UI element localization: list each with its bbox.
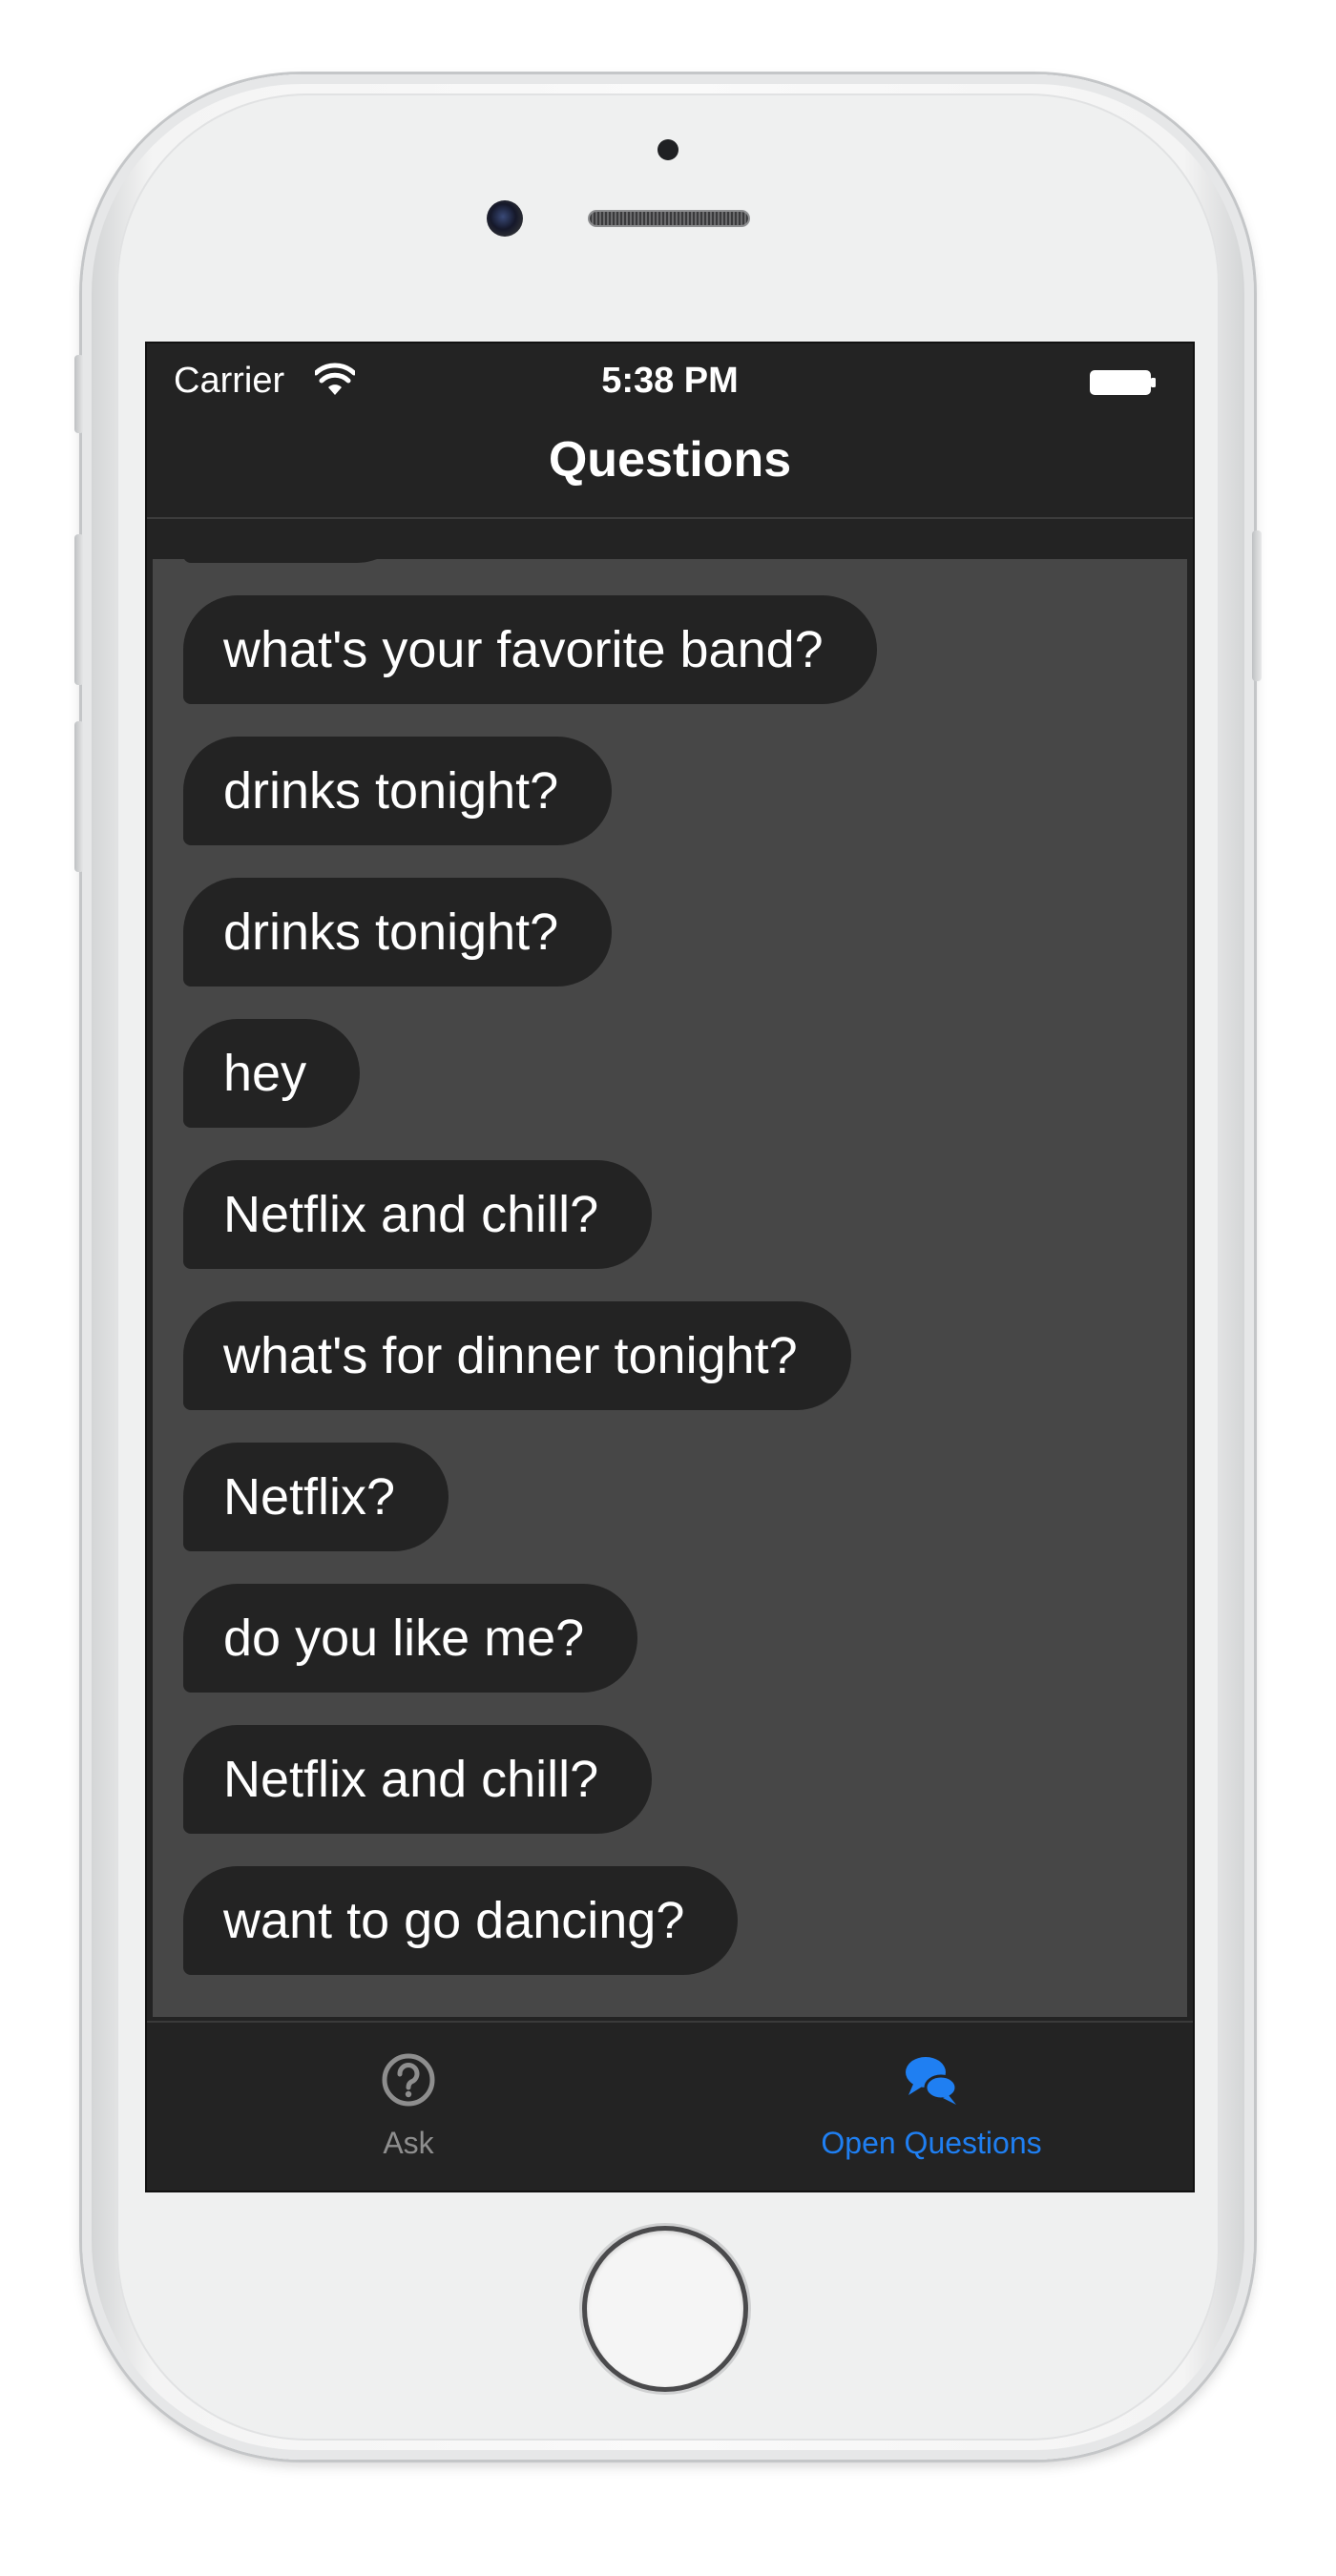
status-bar: Carrier 5:38 PM (147, 343, 1193, 410)
question-bubble[interactable]: drinks tonight? (183, 737, 613, 845)
questions-list[interactable]: music what's your favorite band? drinks … (153, 559, 1187, 2017)
question-bubble[interactable]: Netflix? (183, 1443, 449, 1551)
volume-up-button (74, 534, 84, 685)
status-time: 5:38 PM (601, 361, 739, 401)
message-scroll: music what's your favorite band? drinks … (153, 559, 1187, 2007)
tab-open-questions-label: Open Questions (821, 2126, 1042, 2160)
question-bubble[interactable]: what's your favorite band? (183, 595, 877, 704)
question-circle-icon (382, 2053, 435, 2107)
tab-ask-label: Ask (383, 2126, 434, 2160)
earpiece-speaker (590, 212, 748, 225)
question-bubble[interactable]: Netflix and chill? (183, 1160, 653, 1269)
tab-bar: Ask Open Questions (147, 2021, 1193, 2191)
question-bubble[interactable]: music (183, 559, 412, 563)
question-bubble[interactable]: what's for dinner tonight? (183, 1301, 851, 1410)
proximity-sensor (658, 139, 678, 160)
navigation-bar: Questions (147, 410, 1193, 519)
tab-ask[interactable]: Ask (147, 2023, 670, 2191)
question-bubble[interactable]: hey (183, 1019, 361, 1128)
question-bubble[interactable]: Netflix and chill? (183, 1725, 653, 1834)
front-camera (487, 200, 523, 237)
page-title: Questions (548, 432, 792, 488)
screen: Carrier 5:38 PM Questions music what's y… (145, 342, 1195, 2192)
home-button[interactable] (587, 2231, 743, 2387)
tab-open-questions[interactable]: Open Questions (670, 2023, 1193, 2191)
mute-switch (74, 355, 84, 433)
power-button (1252, 530, 1262, 681)
chat-bubbles-icon (906, 2057, 958, 2105)
question-bubble[interactable]: drinks tonight? (183, 878, 613, 987)
question-bubble[interactable]: want to go dancing? (183, 1866, 739, 1975)
battery-icon (1090, 370, 1156, 395)
volume-down-button (74, 721, 84, 872)
question-bubble[interactable]: do you like me? (183, 1584, 638, 1693)
stage: Carrier 5:38 PM Questions music what's y… (0, 0, 1336, 2576)
